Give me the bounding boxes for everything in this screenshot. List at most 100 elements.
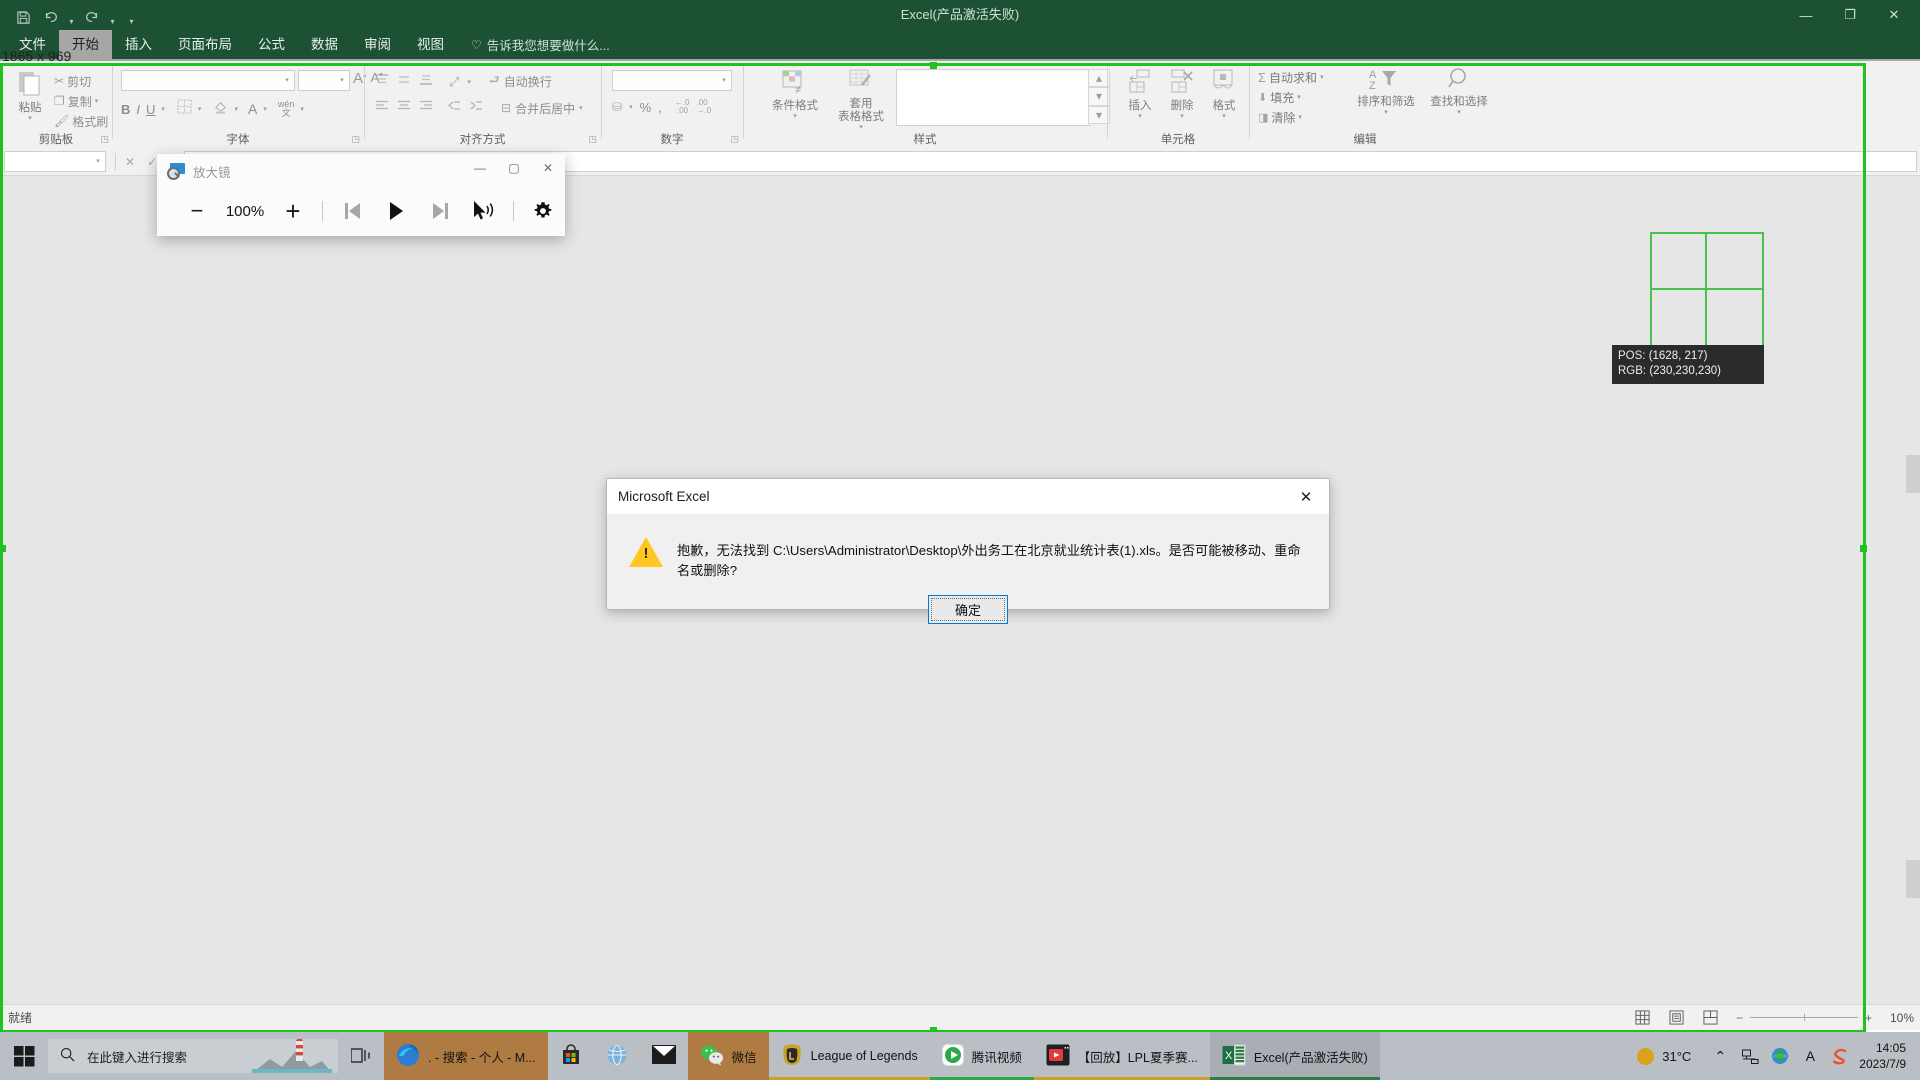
fill-color-dropdown-icon[interactable]: ▾ xyxy=(234,105,238,113)
bold-button[interactable]: B xyxy=(121,102,130,117)
conditional-format-button[interactable]: ≠ 条件格式 ▾ xyxy=(764,69,826,121)
format-cells-dropdown-icon[interactable]: ▾ xyxy=(1222,113,1226,121)
merge-center-button[interactable]: ⊟ 合并后居中 ▾ xyxy=(501,100,583,117)
underline-dropdown-icon[interactable]: ▾ xyxy=(161,105,165,113)
format-cells-button[interactable]: 格式 ▾ xyxy=(1198,69,1250,121)
sort-filter-button[interactable]: AZ 排序和筛选 ▾ xyxy=(1350,67,1422,117)
cancel-formula-icon[interactable]: ✕ xyxy=(125,155,135,169)
previous-view-icon[interactable] xyxy=(330,191,374,231)
taskbar-item-lpl-replay[interactable]: 【回放】LPL夏季赛... xyxy=(1033,1032,1210,1080)
page-break-preview-icon[interactable] xyxy=(1694,1007,1728,1029)
zoom-out-button[interactable]: − xyxy=(1736,1011,1743,1025)
find-select-button[interactable]: 查找和选择 ▾ xyxy=(1422,67,1496,117)
vertical-scrollbar-thumb[interactable] xyxy=(1906,455,1920,493)
increase-indent-icon[interactable] xyxy=(469,99,483,117)
font-size-input[interactable]: ▾ xyxy=(298,70,350,91)
fill-dropdown-icon[interactable]: ▾ xyxy=(1297,93,1301,101)
paste-button[interactable]: 粘贴 ▾ xyxy=(4,69,56,123)
number-format-input[interactable]: ▾ xyxy=(612,70,732,91)
minimize-button[interactable]: — xyxy=(1784,0,1828,30)
start-icon[interactable] xyxy=(0,1032,48,1080)
name-box[interactable]: ▾ xyxy=(4,151,106,172)
zoom-slider[interactable]: − + xyxy=(1736,1011,1872,1025)
zoom-in-button[interactable]: + xyxy=(271,191,315,231)
number-dialog-launcher[interactable]: ◳ xyxy=(730,134,739,145)
page-layout-icon[interactable] xyxy=(1660,1007,1694,1029)
sort-filter-dropdown-icon[interactable]: ▾ xyxy=(1384,109,1388,117)
font-name-dropdown-icon[interactable]: ▾ xyxy=(280,71,294,88)
clock[interactable]: 14:05 2023/7/9 xyxy=(1855,1040,1916,1072)
show-hidden-icons-icon[interactable]: ⌃ xyxy=(1705,1032,1735,1080)
fill-button[interactable]: ⬇ 填充 ▾ xyxy=(1258,87,1324,107)
italic-button[interactable]: I xyxy=(136,102,140,117)
find-select-dropdown-icon[interactable]: ▾ xyxy=(1457,109,1461,117)
security-shield-icon[interactable] xyxy=(1765,1032,1795,1080)
copy-button[interactable]: ❐ 复制 ▾ xyxy=(54,91,108,111)
weather-widget[interactable]: 31°C xyxy=(1631,1047,1705,1065)
alignment-dialog-launcher[interactable]: ◳ xyxy=(588,134,597,145)
tab-page-layout[interactable]: 页面布局 xyxy=(165,30,245,59)
settings-gear-icon[interactable] xyxy=(521,191,565,231)
enter-formula-icon[interactable]: ✓ xyxy=(147,155,157,169)
align-top-icon[interactable] xyxy=(375,73,389,91)
font-name-input[interactable]: ▾ xyxy=(121,70,295,91)
number-format-dropdown-icon[interactable]: ▾ xyxy=(717,71,731,88)
font-color-dropdown-icon[interactable]: ▾ xyxy=(263,105,267,113)
network-icon[interactable] xyxy=(1735,1032,1765,1080)
accounting-format-icon[interactable]: ⛁ xyxy=(612,100,622,114)
close-button[interactable]: ✕ xyxy=(1872,0,1916,30)
restore-button[interactable]: ❐ xyxy=(1828,0,1872,30)
align-left-icon[interactable] xyxy=(375,99,389,117)
delete-cells-dropdown-icon[interactable]: ▾ xyxy=(1180,113,1184,121)
decrease-indent-icon[interactable] xyxy=(447,99,461,117)
copy-dropdown-icon[interactable]: ▾ xyxy=(95,97,99,105)
cell-styles-gallery-scroll[interactable]: ▴ ▾ ▾ xyxy=(1088,69,1110,124)
magnifier-minimize-button[interactable]: — xyxy=(463,154,497,182)
orientation-icon[interactable]: ⤢ xyxy=(449,74,459,90)
zoom-out-button[interactable]: − xyxy=(175,191,219,231)
search-input[interactable]: 在此键入进行搜索 xyxy=(48,1039,338,1073)
taskbar-item-edge[interactable]: . - 搜索 - 个人 - M... xyxy=(384,1032,548,1080)
increase-decimal-icon[interactable]: ←.0 .00 xyxy=(675,99,690,115)
taskbar-item-mail[interactable] xyxy=(640,1032,688,1080)
wrap-text-button[interactable]: ⮐ 自动换行 xyxy=(489,71,552,92)
borders-icon[interactable] xyxy=(177,99,192,119)
align-center-icon[interactable] xyxy=(397,99,411,117)
clear-dropdown-icon[interactable]: ▾ xyxy=(1298,113,1302,121)
autosum-button[interactable]: Σ 自动求和 ▾ xyxy=(1258,67,1324,87)
tab-formulas[interactable]: 公式 xyxy=(245,30,298,59)
merge-center-dropdown-icon[interactable]: ▾ xyxy=(579,104,583,112)
align-bottom-icon[interactable] xyxy=(419,73,433,91)
zoom-track[interactable] xyxy=(1749,1014,1858,1021)
borders-dropdown-icon[interactable]: ▾ xyxy=(198,105,202,113)
play-icon[interactable] xyxy=(374,191,418,231)
accounting-dropdown-icon[interactable]: ▾ xyxy=(629,103,633,111)
clear-button[interactable]: ◨ 清除 ▾ xyxy=(1258,107,1324,127)
magnifier-maximize-button[interactable]: ▢ xyxy=(497,154,531,182)
zoom-level[interactable]: 10% xyxy=(1872,1011,1914,1025)
decrease-decimal-icon[interactable]: .00 →.0 xyxy=(696,99,711,115)
orientation-dropdown-icon[interactable]: ▾ xyxy=(467,78,471,86)
align-right-icon[interactable] xyxy=(419,99,433,117)
ime-indicator[interactable]: A xyxy=(1795,1032,1825,1080)
taskbar-item-microsoft-store[interactable] xyxy=(548,1032,594,1080)
conditional-format-dropdown-icon[interactable]: ▾ xyxy=(793,113,797,121)
insert-cells-dropdown-icon[interactable]: ▾ xyxy=(1138,113,1142,121)
underline-button[interactable]: U xyxy=(146,102,155,117)
tab-review[interactable]: 审阅 xyxy=(351,30,404,59)
paste-dropdown-icon[interactable]: ▾ xyxy=(28,115,32,123)
ok-button[interactable]: 确定 xyxy=(928,595,1008,624)
format-painter-button[interactable]: 🖌 格式刷 xyxy=(54,111,108,131)
taskbar-item-browser[interactable] xyxy=(594,1032,640,1080)
next-view-icon[interactable] xyxy=(418,191,462,231)
narrator-icon[interactable] xyxy=(462,191,506,231)
normal-view-icon[interactable] xyxy=(1626,1007,1660,1029)
zoom-in-button[interactable]: + xyxy=(1865,1011,1872,1025)
taskbar-item-league-of-legends[interactable]: League of Legends xyxy=(768,1032,930,1080)
phonetic-dropdown-icon[interactable]: ▾ xyxy=(300,105,304,113)
autosum-dropdown-icon[interactable]: ▾ xyxy=(1320,73,1324,81)
magnifier-close-button[interactable]: ✕ xyxy=(531,154,565,182)
sogou-input-icon[interactable] xyxy=(1825,1032,1855,1080)
clipboard-dialog-launcher[interactable]: ◳ xyxy=(100,134,109,145)
cut-button[interactable]: ✂ 剪切 xyxy=(54,71,108,91)
